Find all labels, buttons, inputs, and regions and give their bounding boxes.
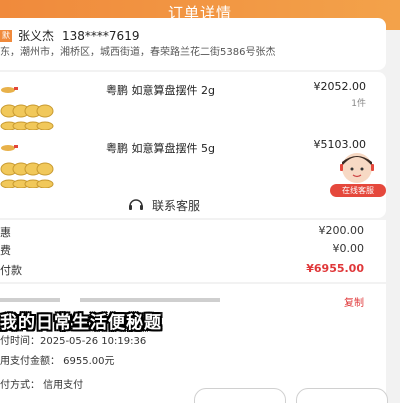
headset-icon <box>129 199 143 210</box>
product-quantity: 1件 <box>351 99 366 109</box>
summary-label: 费 <box>0 244 11 257</box>
bottom-action-button[interactable] <box>194 388 286 403</box>
abacus-ornament-image <box>0 87 54 130</box>
recipient-info: 张义杰 138****7619 <box>18 27 139 44</box>
online-service-label: 在线客服 <box>330 184 386 197</box>
video-caption-overlay: 我的日常生活便秘题 <box>0 313 162 333</box>
summary-value: ¥0.00 <box>332 242 365 255</box>
redacted-order-number <box>0 298 60 302</box>
default-address-tag: 默 <box>0 30 12 42</box>
recipient-phone: 138****7619 <box>62 29 140 43</box>
summary-row: 付款 ¥6955.00 <box>0 262 386 280</box>
summary-value: ¥200.00 <box>318 224 365 237</box>
summary-row: 费 ¥0.00 <box>0 242 386 260</box>
contact-service-label: 联系客服 <box>152 198 201 213</box>
payment-method: 付方式： 信用支付 <box>0 380 84 391</box>
summary-row: 惠 ¥200.00 <box>0 224 386 242</box>
paid-amount: 用支付金额： 6955.00元 <box>0 356 115 367</box>
order-info-card: 复制 付时间：2025-05-26 10:19:36 用支付金额： 6955.0… <box>0 284 386 403</box>
abacus-ornament-image <box>0 145 54 188</box>
contact-service-button[interactable]: 联系客服 <box>128 196 200 214</box>
online-service-float-button[interactable]: 在线客服 <box>326 150 388 198</box>
product-price: ¥2052.00 <box>313 80 367 93</box>
address-card[interactable]: 默 张义杰 138****7619 东，潮州市，湘桥区，城西街道，春荣路兰花二街5… <box>0 18 386 70</box>
product-name: 粤鹏 如意算盘摆件 5g <box>106 142 215 155</box>
price-summary-card: 惠 ¥200.00 费 ¥0.00 付款 ¥6955.00 <box>0 220 386 282</box>
summary-label: 惠 <box>0 226 11 239</box>
recipient-name: 张义杰 <box>18 29 55 43</box>
service-agent-avatar-icon <box>340 153 374 183</box>
summary-label: 付款 <box>0 264 22 277</box>
product-name: 粤鹏 如意算盘摆件 2g <box>106 84 215 97</box>
total-paid-value: ¥6955.00 <box>306 262 364 275</box>
order-detail-page: 订单详情 默 张义杰 138****7619 东，潮州市，湘桥区，城西街道，春荣路… <box>0 0 400 403</box>
address-detail: 东，潮州市，湘桥区，城西街道，春荣路兰花二街5386号张杰 <box>0 47 276 58</box>
product-item[interactable]: 粤鹏 如意算盘摆件 2g ¥2052.00 1件 <box>0 74 386 138</box>
redacted-order-number <box>80 298 220 302</box>
bottom-action-button[interactable] <box>296 388 388 403</box>
payment-time: 付时间：2025-05-26 10:19:36 <box>0 336 147 347</box>
copy-button[interactable]: 复制 <box>344 294 364 309</box>
